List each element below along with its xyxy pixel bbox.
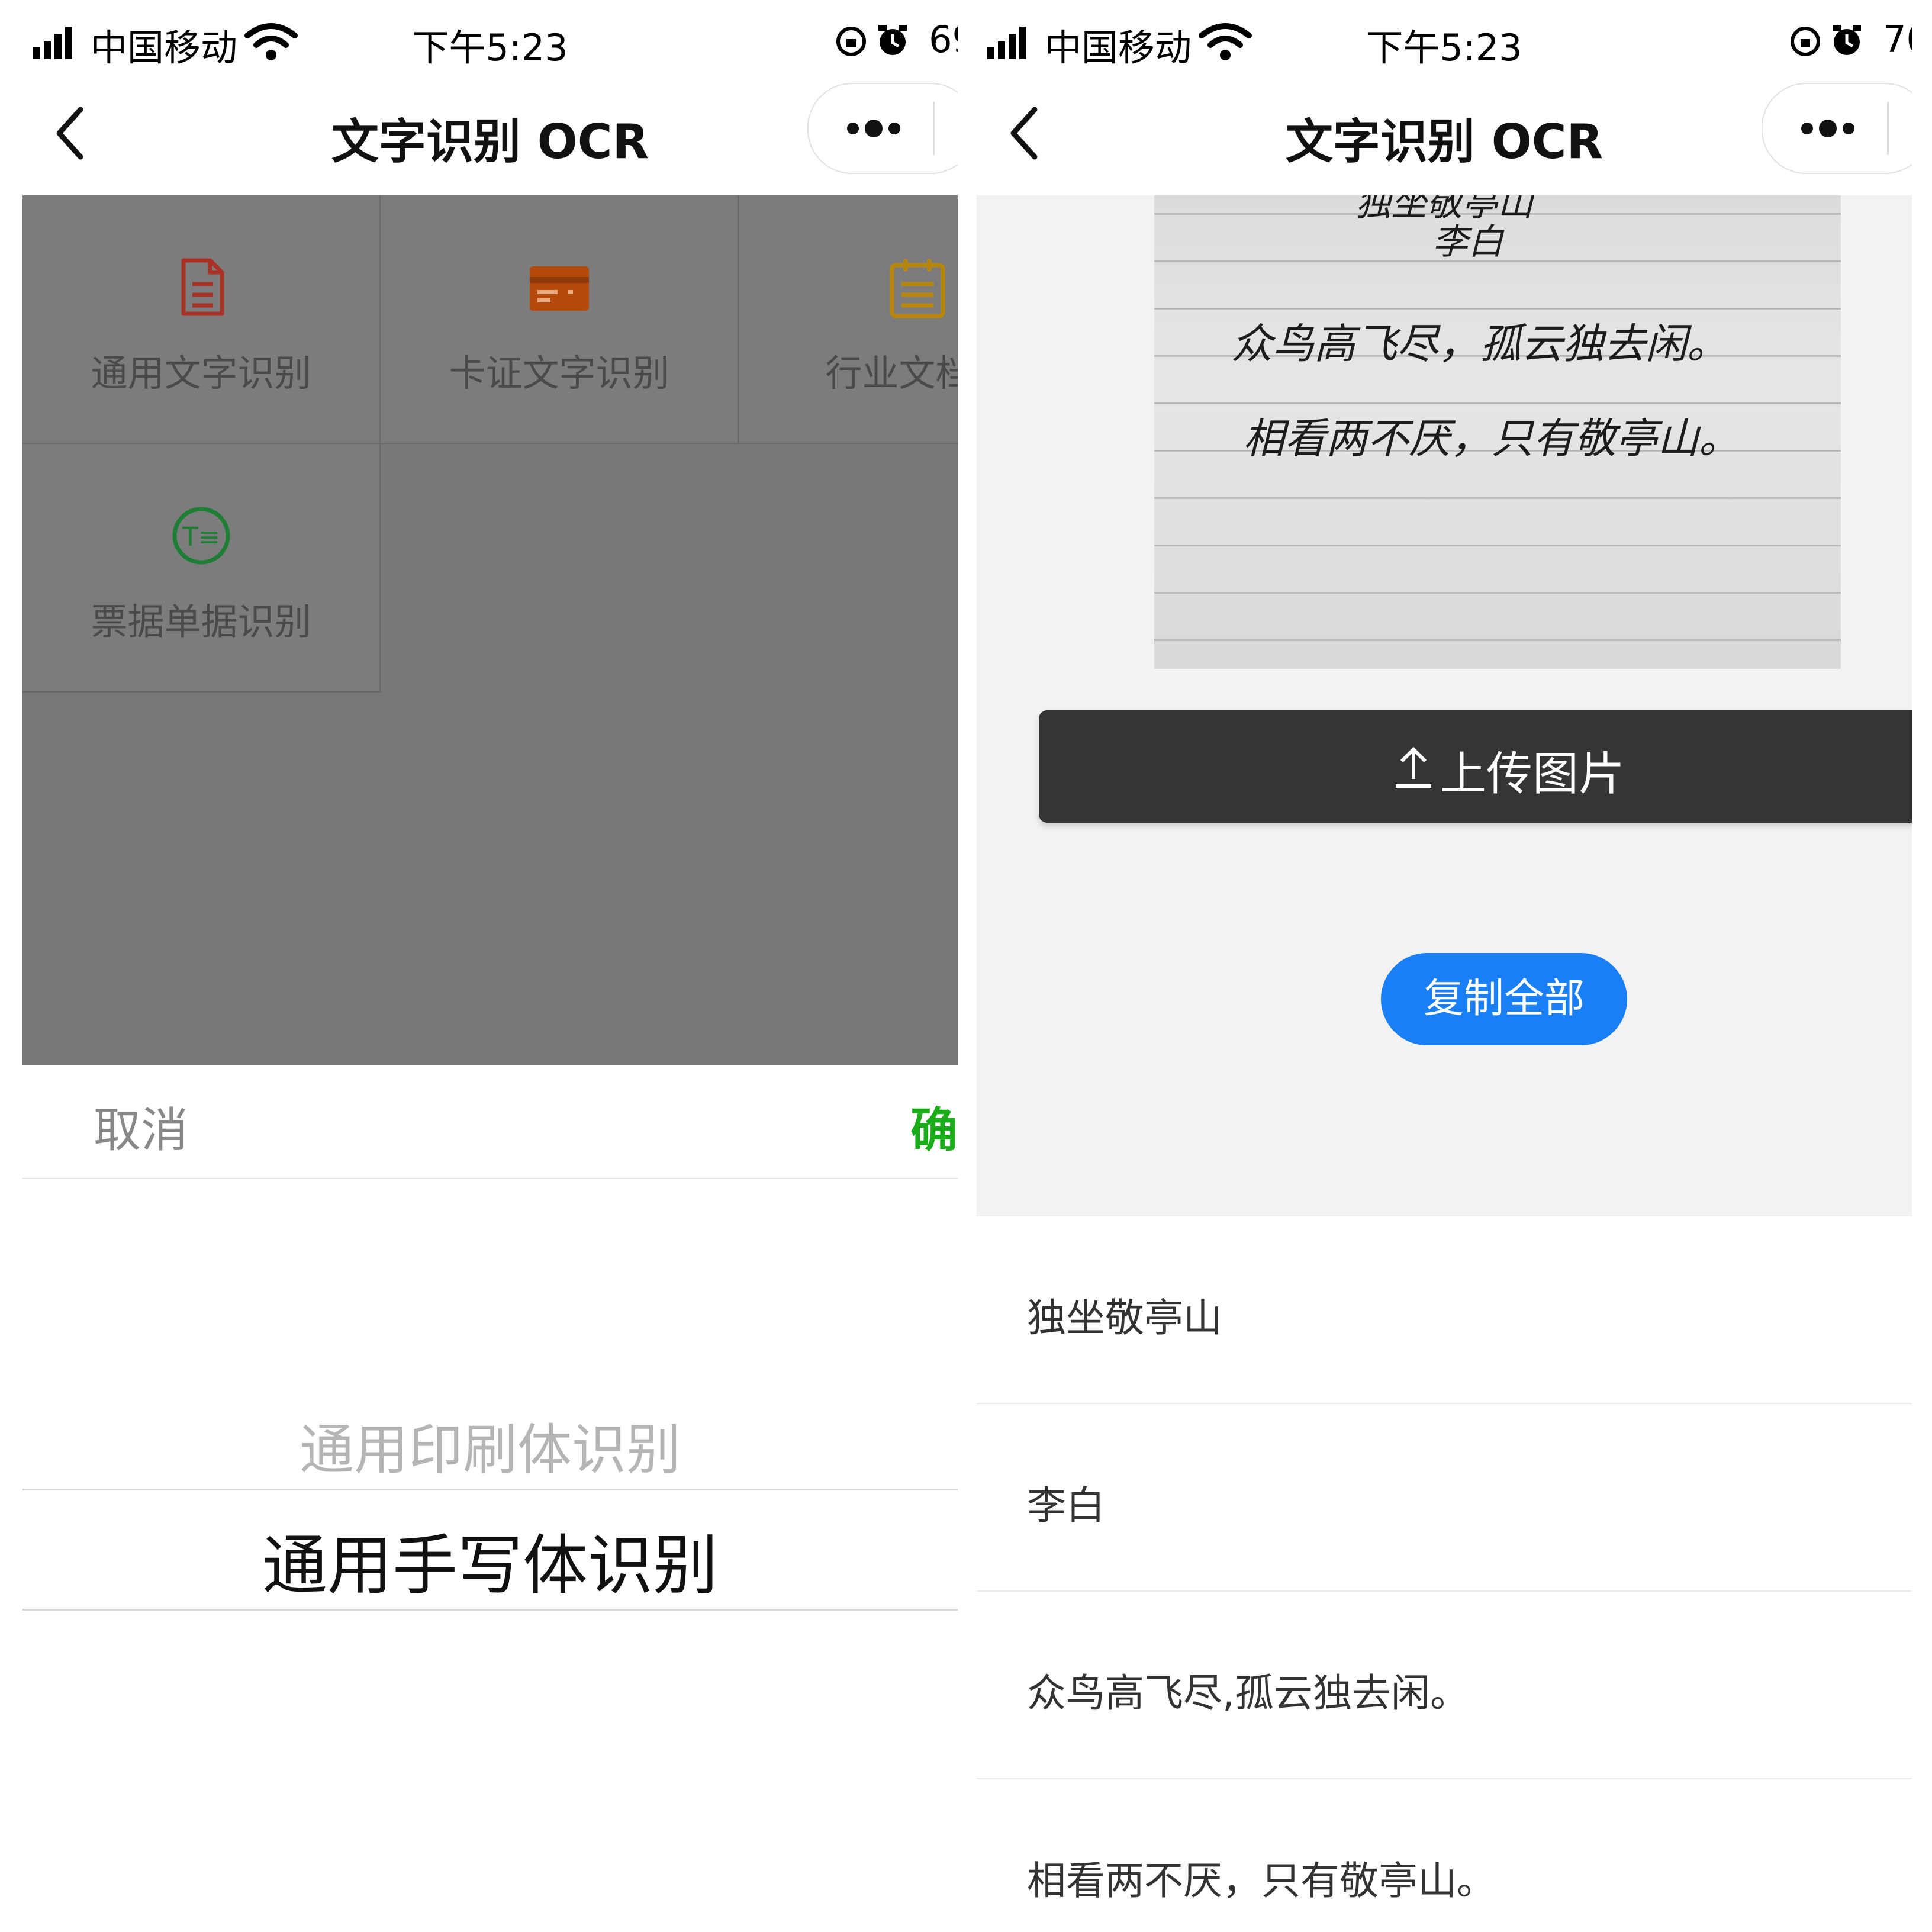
- menu-label: 行业文档识: [825, 352, 958, 395]
- receipt-icon: T≡: [172, 507, 230, 565]
- cancel-button[interactable]: 取消: [94, 1092, 188, 1161]
- result-text: 相看两不厌，只有敬亭山。: [1027, 1858, 1496, 1904]
- picker-indicator-bottom: [22, 1609, 958, 1611]
- menu-label: 通用文字识别: [91, 352, 311, 395]
- svg-text:T≡: T≡: [182, 522, 220, 552]
- capsule-divider: [1887, 102, 1889, 155]
- menu-item-industry-doc[interactable]: 行业文档识: [739, 195, 958, 444]
- right-screen: 中国移动 下午5:23 70 文字识别 OCR: [977, 0, 1912, 1932]
- clock: 下午5:23: [412, 26, 568, 69]
- picker-sheet: 取消 确 通用印刷体识别 通用手写体识别: [22, 1065, 958, 1932]
- more-icon[interactable]: [1798, 117, 1857, 140]
- alarm-icon: [1833, 25, 1861, 55]
- menu-label: 票据单据识别: [91, 600, 311, 643]
- uploaded-photo: 独坐敬亭山 李白 众鸟高飞尽，孤云独去闲。 相看两不厌，只有敬亭山。: [1154, 195, 1841, 669]
- capsule-menu[interactable]: [807, 83, 958, 174]
- status-bar: 中国移动 下午5:23 69: [22, 0, 958, 89]
- handwriting-line: 相看两不厌，只有敬亭山。: [1243, 414, 1740, 463]
- more-icon[interactable]: [844, 117, 903, 140]
- battery-level: 69: [929, 18, 958, 61]
- capsule-menu[interactable]: [1762, 83, 1912, 174]
- card-icon: [529, 266, 589, 311]
- picker-option[interactable]: 通用印刷体识别: [22, 1406, 958, 1485]
- list-item[interactable]: 独坐敬亭山: [977, 1216, 1912, 1404]
- result-text: 独坐敬亭山: [1027, 1295, 1222, 1341]
- menu-item-receipt[interactable]: T≡ 票据单据识别: [22, 444, 381, 693]
- picker-option-selected[interactable]: 通用手写体识别: [22, 1512, 958, 1607]
- menu-item-card-text[interactable]: 卡证文字识别: [381, 195, 739, 444]
- confirm-button[interactable]: 确: [910, 1092, 958, 1161]
- picker-indicator-top: [22, 1489, 958, 1490]
- menu-item-general-text[interactable]: 通用文字识别: [22, 195, 381, 444]
- capsule-divider: [933, 102, 935, 155]
- list-item[interactable]: 众鸟高飞尽,孤云独去闲。: [977, 1592, 1912, 1779]
- menu-row: 通用文字识别 卡证文字识别 行业文档: [22, 195, 958, 444]
- rotation-lock-icon: [1791, 27, 1820, 56]
- upload-image-button[interactable]: 上传图片: [1039, 710, 1912, 823]
- alarm-icon: [878, 25, 907, 55]
- upload-area: 独坐敬亭山 李白 众鸟高飞尽，孤云独去闲。 相看两不厌，只有敬亭山。 上传图片 …: [977, 195, 1912, 1216]
- result-text: 众鸟高飞尽,孤云独去闲。: [1027, 1670, 1469, 1716]
- rotation-lock-icon: [836, 27, 866, 56]
- menu-label: 卡证文字识别: [449, 352, 669, 395]
- left-screen: 中国移动 下午5:23 69 文字识别 OCR: [22, 0, 958, 1932]
- list-item[interactable]: 相看两不厌，只有敬亭山。: [977, 1779, 1912, 1932]
- handwriting-line: 李白: [1432, 221, 1503, 263]
- copy-all-button[interactable]: 复制全部: [1381, 953, 1627, 1045]
- nav-bar: 文字识别 OCR: [977, 83, 1912, 195]
- document-icon: [181, 258, 224, 316]
- picker-toolbar: 取消 确: [22, 1065, 958, 1179]
- menu-row: T≡ 票据单据识别: [22, 444, 958, 693]
- result-text: 李白: [1027, 1483, 1105, 1528]
- ocr-results-list: 独坐敬亭山 李白 众鸟高飞尽,孤云独去闲。 相看两不厌，只有敬亭山。: [977, 1216, 1912, 1932]
- clock: 下午5:23: [1366, 26, 1522, 69]
- handwriting-line: 众鸟高飞尽，孤云独去闲。: [1231, 320, 1728, 368]
- battery-level: 70: [1883, 18, 1912, 61]
- upload-label: 上传图片: [1440, 748, 1625, 801]
- list-item[interactable]: 李白: [977, 1404, 1912, 1592]
- clipboard-icon: [890, 259, 945, 318]
- upload-icon: [1396, 746, 1431, 788]
- status-bar: 中国移动 下午5:23 70: [977, 0, 1912, 89]
- modal-overlay[interactable]: 通用文字识别 卡证文字识别 行业文档 T≡ 票据单据识别: [22, 195, 958, 1065]
- nav-bar: 文字识别 OCR: [22, 83, 958, 195]
